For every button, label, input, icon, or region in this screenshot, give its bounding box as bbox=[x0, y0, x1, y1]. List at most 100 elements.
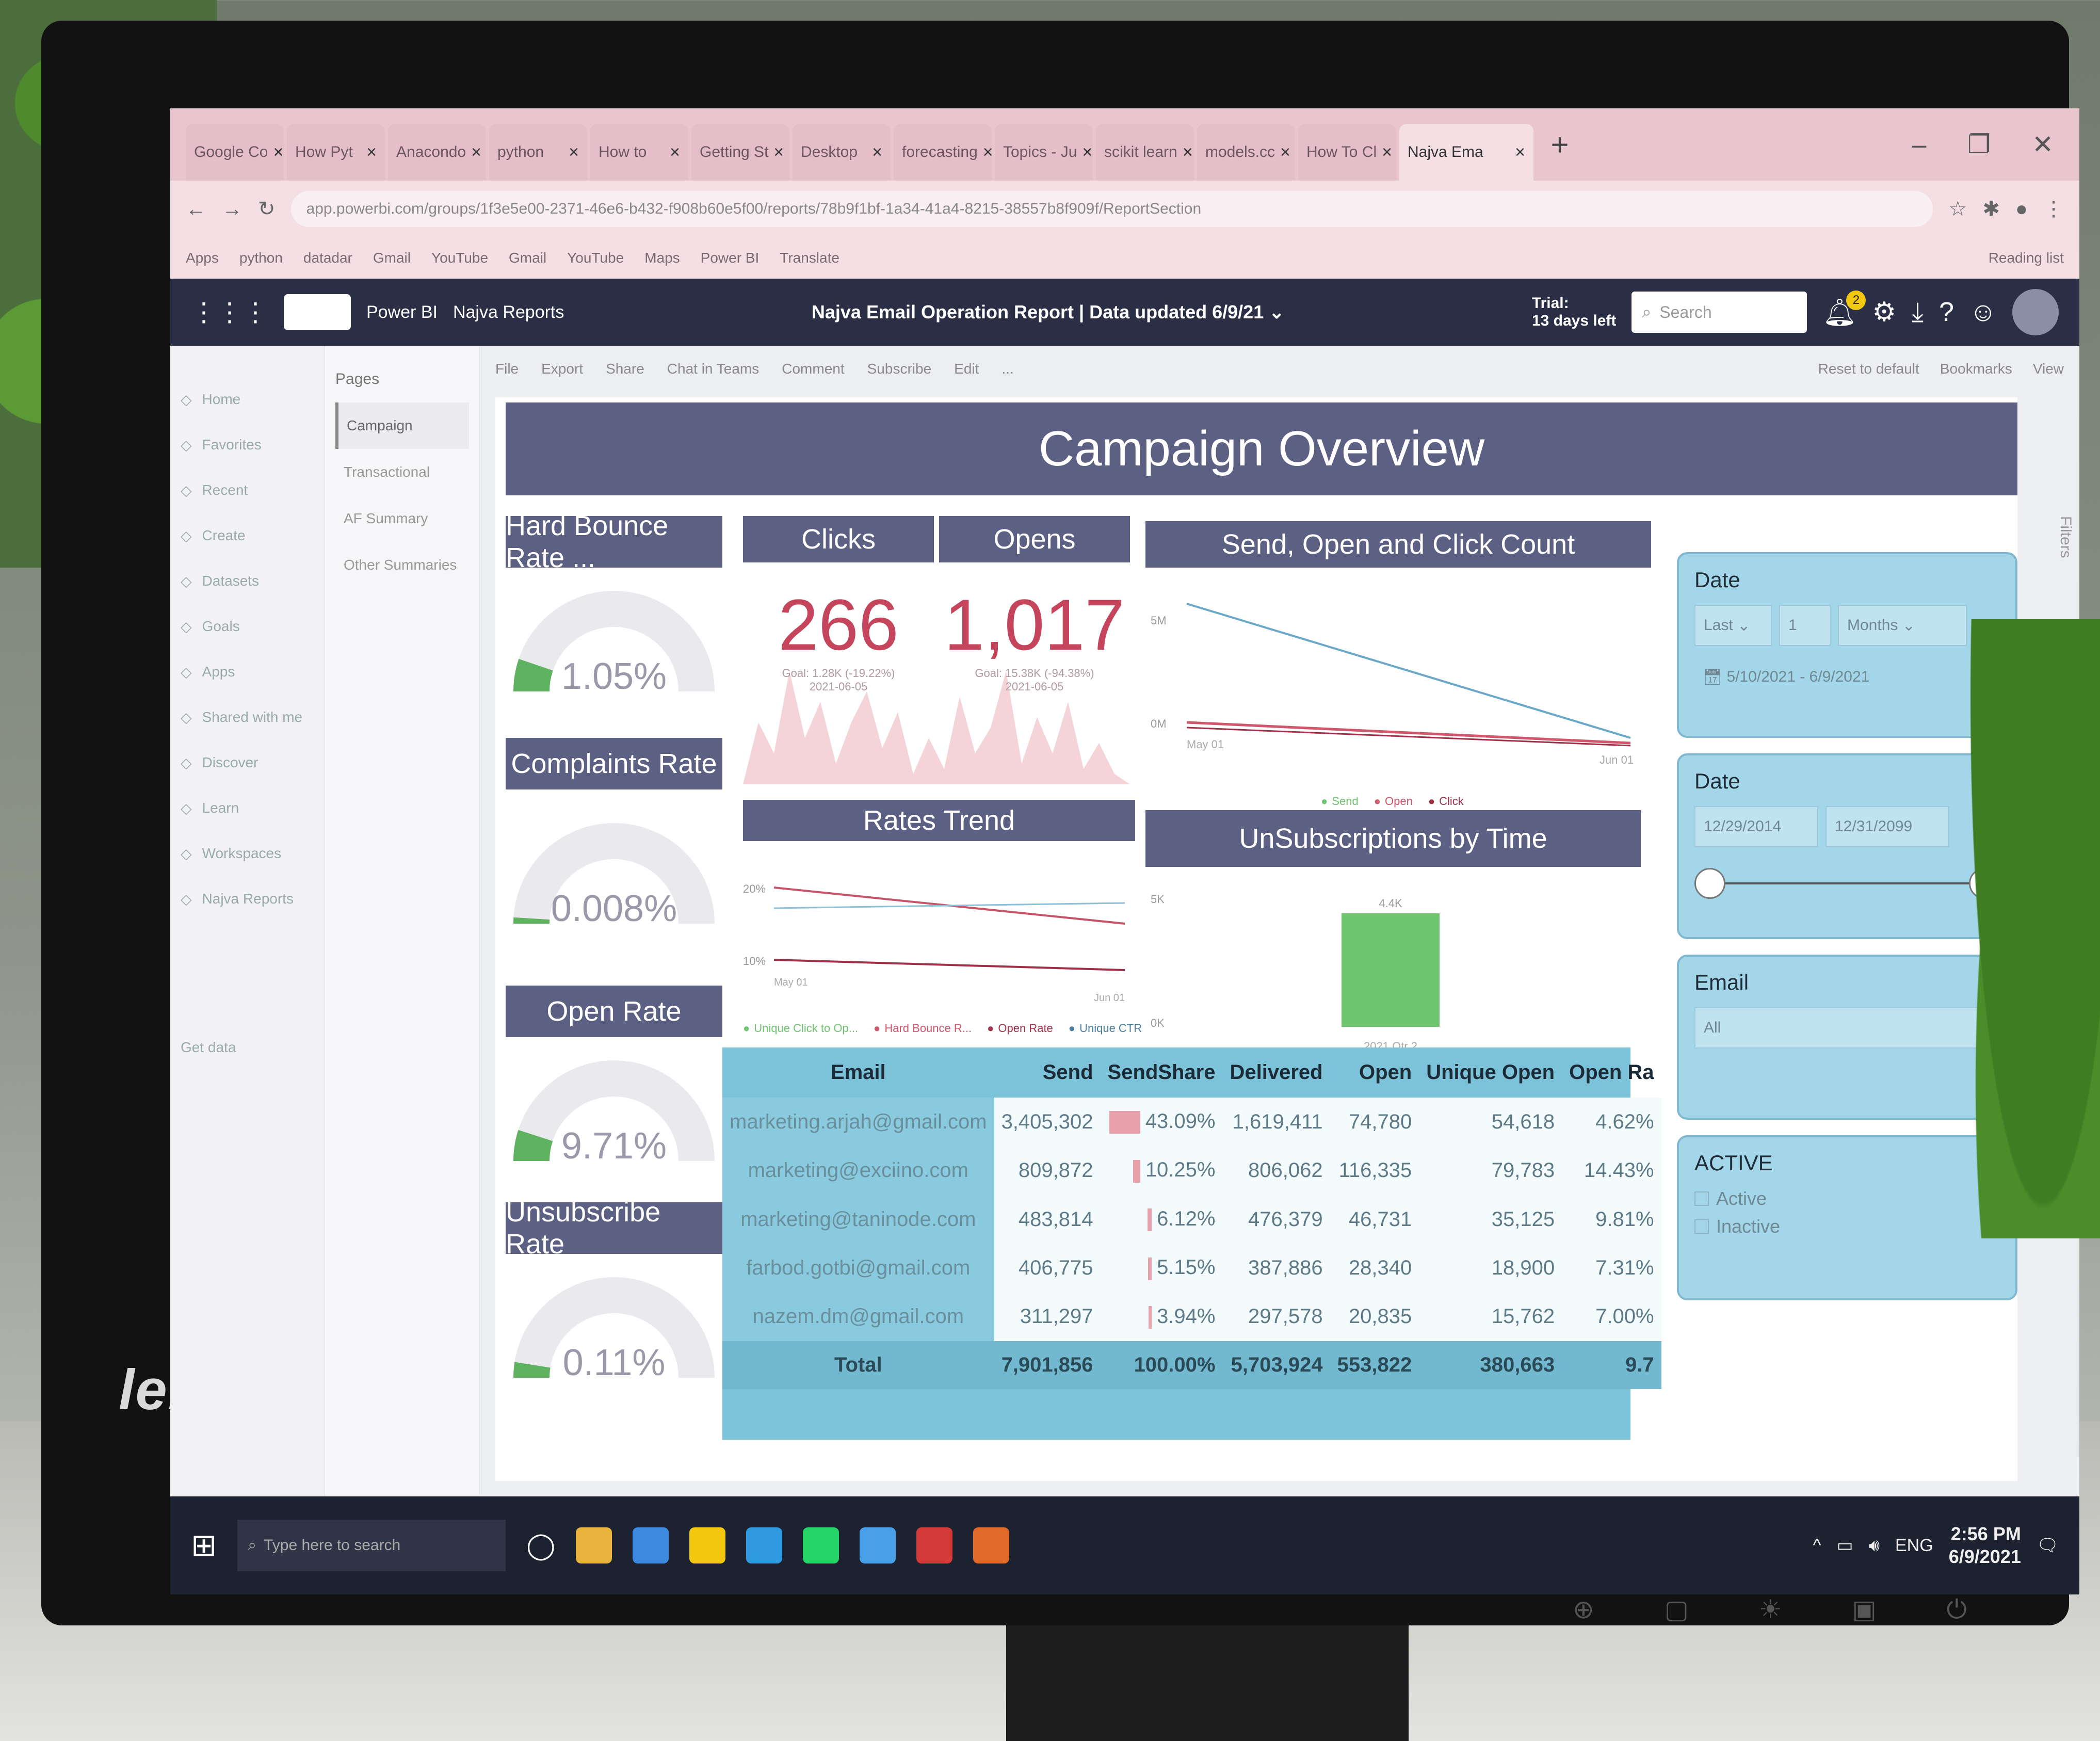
nav-item-shared-with-me[interactable]: ◇ Shared with me bbox=[181, 695, 314, 740]
bookmark-item[interactable]: Gmail bbox=[509, 250, 546, 266]
avatar[interactable] bbox=[2012, 289, 2059, 335]
browser-tab[interactable]: forecasting × bbox=[894, 124, 992, 181]
date-to-input[interactable]: 12/31/2099 bbox=[1826, 806, 1949, 847]
gear-icon[interactable]: ⚙ bbox=[1872, 297, 1896, 328]
bookmark-item[interactable]: python bbox=[239, 250, 283, 266]
toolbar-right-item[interactable]: Bookmarks bbox=[1940, 361, 2012, 377]
nav-item-favorites[interactable]: ◇ Favorites bbox=[181, 422, 314, 468]
nav-item-apps[interactable]: ◇ Apps bbox=[181, 649, 314, 695]
bookmark-item[interactable]: Apps bbox=[186, 250, 219, 266]
relative-unit-dropdown[interactable]: Months ⌄ bbox=[1838, 605, 1967, 646]
date-from-input[interactable]: 12/29/2014 bbox=[1694, 806, 1818, 847]
close-tab-icon[interactable]: × bbox=[569, 142, 579, 163]
active-checkbox[interactable] bbox=[1694, 1191, 1709, 1206]
more-icon[interactable]: ⋮ bbox=[2043, 197, 2064, 221]
browser-tab[interactable]: How to × bbox=[590, 124, 688, 181]
nav-item-datasets[interactable]: ◇ Datasets bbox=[181, 558, 314, 604]
close-window-icon[interactable]: ✕ bbox=[2032, 130, 2054, 159]
close-tab-icon[interactable]: × bbox=[1183, 142, 1193, 163]
jupyter-icon[interactable] bbox=[973, 1527, 1010, 1563]
legend-entry[interactable]: Unique CTR bbox=[1069, 1022, 1142, 1035]
power-icon[interactable]: ⏻ bbox=[1946, 1594, 1967, 1636]
toolbar-item[interactable]: ... bbox=[1001, 361, 1013, 377]
toolbar-item[interactable]: File bbox=[495, 361, 519, 377]
back-icon[interactable]: ← bbox=[186, 198, 206, 221]
table-row[interactable]: marketing@exciino.com 809,872 10.25% 806,06… bbox=[722, 1146, 1661, 1195]
volume-icon[interactable]: 🔊︎ bbox=[1869, 1536, 1880, 1556]
nav-item-workspaces[interactable]: ◇ Workspaces bbox=[181, 831, 314, 876]
close-tab-icon[interactable]: × bbox=[1382, 142, 1392, 163]
nav-item-create[interactable]: ◇ Create bbox=[181, 513, 314, 558]
column-header[interactable]: Open Ra bbox=[1562, 1047, 1661, 1098]
acrobat-icon[interactable] bbox=[916, 1527, 953, 1563]
clock[interactable]: 2:56 PM 6/9/2021 bbox=[1949, 1523, 2021, 1568]
chrome-icon[interactable] bbox=[633, 1527, 669, 1563]
app-name[interactable]: Power BI bbox=[366, 302, 438, 323]
task-view-icon[interactable]: ◯ bbox=[526, 1530, 555, 1560]
nav-item-learn[interactable]: ◇ Learn bbox=[181, 785, 314, 831]
browser-tab[interactable]: How To Cl × bbox=[1298, 124, 1396, 181]
date-slider[interactable] bbox=[1694, 863, 2000, 904]
browser-tab[interactable]: scikit learn × bbox=[1096, 124, 1194, 181]
bookmark-item[interactable]: Power BI bbox=[701, 250, 760, 266]
inactive-option[interactable]: Inactive bbox=[1694, 1216, 2000, 1237]
workspace-name[interactable]: Najva Reports bbox=[453, 302, 564, 323]
help-icon[interactable]: ? bbox=[1939, 297, 1954, 328]
reading-list-button[interactable]: Reading list bbox=[1989, 250, 2064, 266]
relative-count-input[interactable]: 1 bbox=[1779, 605, 1831, 646]
close-tab-icon[interactable]: × bbox=[1515, 142, 1525, 163]
file-explorer-icon[interactable] bbox=[576, 1527, 612, 1563]
restore-icon[interactable]: ❐ bbox=[1967, 130, 1991, 159]
extensions-icon[interactable]: ✱ bbox=[1982, 197, 2000, 221]
email-dropdown[interactable]: All⌄ bbox=[1694, 1007, 2000, 1049]
column-header[interactable]: Unique Open bbox=[1419, 1047, 1562, 1098]
telegram-icon[interactable] bbox=[860, 1527, 896, 1563]
page-tab[interactable]: Other Summaries bbox=[335, 542, 469, 588]
search-box[interactable]: ⌕ Search bbox=[1631, 292, 1807, 333]
column-header[interactable]: Send bbox=[994, 1047, 1101, 1098]
reload-icon[interactable]: ↻ bbox=[258, 197, 276, 221]
get-data-link[interactable]: Get data bbox=[181, 1025, 314, 1070]
taskbar-search[interactable]: ⌕ Type here to search bbox=[237, 1520, 506, 1571]
mode-icon[interactable]: ▣ bbox=[1852, 1594, 1876, 1636]
close-tab-icon[interactable]: × bbox=[983, 142, 992, 163]
page-tab[interactable]: Transactional bbox=[335, 449, 469, 495]
browser-tab[interactable]: Getting St × bbox=[691, 124, 789, 181]
close-tab-icon[interactable]: × bbox=[773, 142, 784, 163]
legend-entry[interactable]: Unique Click to Op... bbox=[743, 1022, 858, 1035]
close-tab-icon[interactable]: × bbox=[670, 142, 680, 163]
close-tab-icon[interactable]: × bbox=[872, 142, 882, 163]
filters-pane-tab[interactable]: Filters bbox=[2057, 516, 2074, 558]
legend-entry[interactable]: Send bbox=[1321, 795, 1358, 808]
toolbar-item[interactable]: Edit bbox=[954, 361, 979, 377]
report-title-dropdown[interactable]: Najva Email Operation Report | Data upda… bbox=[579, 301, 1516, 323]
chevron-up-icon[interactable]: ^ bbox=[1813, 1536, 1821, 1556]
legend-entry[interactable]: Hard Bounce R... bbox=[874, 1022, 972, 1035]
bookmark-item[interactable]: datadar bbox=[303, 250, 352, 266]
nav-item-home[interactable]: ◇ Home bbox=[181, 377, 314, 422]
nav-item-discover[interactable]: ◇ Discover bbox=[181, 740, 314, 785]
bookmark-item[interactable]: Gmail bbox=[373, 250, 411, 266]
close-tab-icon[interactable]: × bbox=[471, 142, 481, 163]
page-tab[interactable]: Campaign bbox=[335, 402, 469, 449]
column-header[interactable]: Delivered bbox=[1222, 1047, 1330, 1098]
nav-item-goals[interactable]: ◇ Goals bbox=[181, 604, 314, 649]
legend-entry[interactable]: Open Rate bbox=[987, 1022, 1053, 1035]
table-row[interactable]: farbod.gotbi@gmail.com 406,775 5.15% 387,88… bbox=[722, 1244, 1661, 1293]
toolbar-right-item[interactable]: Reset to default bbox=[1818, 361, 1919, 377]
brightness-icon[interactable]: ☀ bbox=[1759, 1594, 1782, 1636]
bookmark-item[interactable]: Translate bbox=[780, 250, 839, 266]
page-tab[interactable]: AF Summary bbox=[335, 495, 469, 542]
app-launcher-icon[interactable]: ⋮⋮⋮ bbox=[191, 297, 268, 327]
close-tab-icon[interactable]: × bbox=[273, 142, 283, 163]
table-row[interactable]: marketing.arjah@gmail.com 3,405,302 43.09%… bbox=[722, 1098, 1661, 1147]
download-icon[interactable]: ⤓ bbox=[1912, 297, 1924, 328]
edge-icon[interactable] bbox=[746, 1527, 783, 1563]
nav-item-recent[interactable]: ◇ Recent bbox=[181, 468, 314, 513]
inactive-checkbox[interactable] bbox=[1694, 1219, 1709, 1234]
windows-start-icon[interactable]: ⊞ bbox=[191, 1527, 217, 1563]
toolbar-item[interactable]: Chat in Teams bbox=[667, 361, 759, 377]
notifications-icon[interactable]: 🗨︎ bbox=[2037, 1535, 2059, 1556]
browser-tab[interactable]: python × bbox=[489, 124, 587, 181]
column-header[interactable]: SendShare bbox=[1101, 1047, 1223, 1098]
